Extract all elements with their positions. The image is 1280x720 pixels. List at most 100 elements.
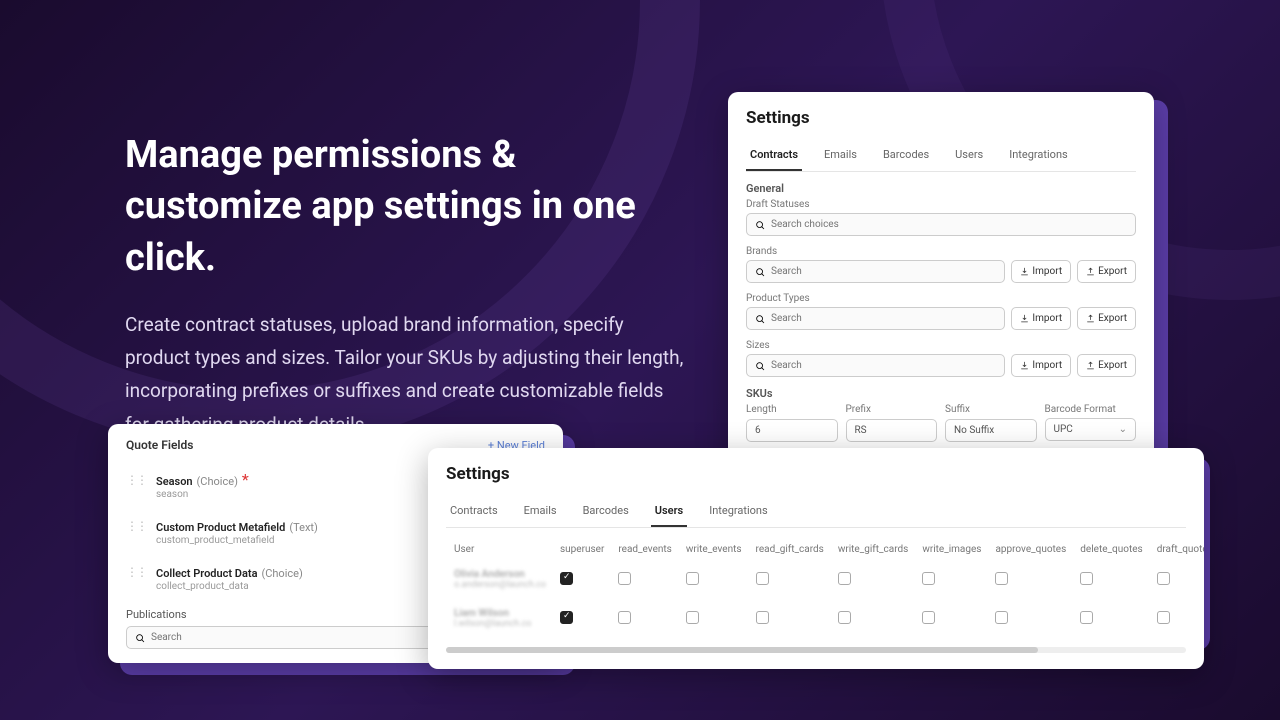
drag-handle-icon[interactable]: ⋮⋮	[126, 562, 146, 578]
product-types-label: Product Types	[746, 293, 1136, 304]
column-header: User	[448, 540, 552, 559]
hero-title: Manage permissions & customize app setti…	[125, 130, 685, 284]
permission-checkbox[interactable]	[995, 572, 1008, 585]
sizes-input[interactable]	[771, 360, 996, 371]
column-header: read_gift_cards	[750, 540, 830, 559]
product-types-export-button[interactable]: Export	[1077, 307, 1136, 330]
chevron-down-icon: ⌄	[1119, 424, 1127, 435]
permission-checkbox[interactable]	[618, 572, 631, 585]
barcode-label: Barcode Format	[1045, 404, 1137, 415]
permission-checkbox[interactable]	[560, 611, 573, 624]
field-name: Season	[156, 475, 193, 488]
permission-checkbox[interactable]	[560, 572, 573, 585]
length-input[interactable]	[746, 419, 838, 442]
permission-checkbox[interactable]	[756, 611, 769, 624]
prefix-input[interactable]	[846, 419, 938, 442]
column-header: superuser	[554, 540, 610, 559]
sizes-search[interactable]	[746, 354, 1005, 377]
tab-integrations[interactable]: Integrations	[705, 498, 771, 527]
tab-emails[interactable]: Emails	[820, 142, 861, 171]
settings-tabs: Contracts Emails Barcodes Users Integrat…	[446, 498, 1186, 528]
draft-statuses-input[interactable]	[771, 219, 1127, 230]
permission-checkbox[interactable]	[756, 572, 769, 585]
tab-emails[interactable]: Emails	[520, 498, 561, 527]
column-header: write_gift_cards	[832, 540, 915, 559]
brands-export-button[interactable]: Export	[1077, 260, 1136, 283]
permission-checkbox[interactable]	[922, 611, 935, 624]
export-icon	[1086, 361, 1095, 370]
length-label: Length	[746, 404, 838, 415]
permission-checkbox[interactable]	[838, 611, 851, 624]
tab-integrations[interactable]: Integrations	[1005, 142, 1071, 171]
permission-checkbox[interactable]	[1157, 611, 1170, 624]
tab-users[interactable]: Users	[951, 142, 987, 171]
quote-fields-title: Quote Fields	[126, 438, 193, 452]
product-types-import-button[interactable]: Import	[1011, 307, 1071, 330]
column-header: read_events	[612, 540, 677, 559]
brands-search[interactable]	[746, 260, 1005, 283]
permission-checkbox[interactable]	[995, 611, 1008, 624]
search-icon	[135, 633, 145, 643]
hero-body: Create contract statuses, upload brand i…	[125, 308, 685, 441]
brands-input[interactable]	[771, 266, 996, 277]
field-type: (Choice)	[197, 475, 238, 488]
column-header: write_images	[916, 540, 987, 559]
import-icon	[1020, 267, 1029, 276]
settings-title: Settings	[446, 464, 1186, 484]
suffix-input[interactable]	[945, 419, 1037, 442]
permission-checkbox[interactable]	[1080, 572, 1093, 585]
permission-checkbox[interactable]	[618, 611, 631, 624]
search-icon	[755, 220, 765, 230]
field-name: Custom Product Metafield	[156, 521, 285, 534]
suffix-label: Suffix	[945, 404, 1037, 415]
search-icon	[755, 361, 765, 371]
drag-handle-icon[interactable]: ⋮⋮	[126, 516, 146, 532]
hero: Manage permissions & customize app setti…	[125, 130, 685, 441]
export-icon	[1086, 314, 1095, 323]
horizontal-scrollbar[interactable]	[446, 647, 1186, 653]
column-header: draft_quotes	[1151, 540, 1204, 559]
product-types-input[interactable]	[771, 313, 996, 324]
settings-tabs: Contracts Emails Barcodes Users Integrat…	[746, 142, 1136, 172]
required-indicator: *	[242, 470, 249, 489]
draft-statuses-search[interactable]	[746, 213, 1136, 236]
table-row: Liam Wilsonl.wilson@launch.co	[448, 600, 1204, 637]
tab-barcodes[interactable]: Barcodes	[579, 498, 633, 527]
field-type: (Text)	[289, 521, 318, 534]
general-label: General	[746, 182, 1136, 195]
table-row: Olivia Andersono.anderson@launch.co	[448, 561, 1204, 598]
import-icon	[1020, 361, 1029, 370]
skus-label: SKUs	[746, 387, 1136, 400]
brands-import-button[interactable]: Import	[1011, 260, 1071, 283]
permission-checkbox[interactable]	[838, 572, 851, 585]
tab-contracts[interactable]: Contracts	[446, 498, 502, 527]
permission-checkbox[interactable]	[686, 611, 699, 624]
tab-contracts[interactable]: Contracts	[746, 142, 802, 171]
settings-panel-users: Settings Contracts Emails Barcodes Users…	[428, 448, 1204, 669]
permission-checkbox[interactable]	[686, 572, 699, 585]
draft-statuses-label: Draft Statuses	[746, 199, 1136, 210]
permission-checkbox[interactable]	[1080, 611, 1093, 624]
field-type: (Choice)	[261, 567, 302, 580]
field-name: Collect Product Data	[156, 567, 257, 580]
tab-barcodes[interactable]: Barcodes	[879, 142, 933, 171]
column-header: approve_quotes	[989, 540, 1072, 559]
prefix-label: Prefix	[846, 404, 938, 415]
permission-checkbox[interactable]	[922, 572, 935, 585]
column-header: write_events	[680, 540, 748, 559]
search-icon	[755, 314, 765, 324]
export-icon	[1086, 267, 1095, 276]
product-types-search[interactable]	[746, 307, 1005, 330]
settings-panel-contracts: Settings Contracts Emails Barcodes Users…	[728, 92, 1154, 470]
users-table: Usersuperuserread_eventswrite_eventsread…	[446, 538, 1204, 639]
user-cell: Liam Wilsonl.wilson@launch.co	[448, 600, 552, 637]
user-cell: Olivia Andersono.anderson@launch.co	[448, 561, 552, 598]
brands-label: Brands	[746, 246, 1136, 257]
column-header: delete_quotes	[1074, 540, 1148, 559]
permission-checkbox[interactable]	[1157, 572, 1170, 585]
tab-users[interactable]: Users	[651, 498, 687, 527]
sizes-export-button[interactable]: Export	[1077, 354, 1136, 377]
sizes-import-button[interactable]: Import	[1011, 354, 1071, 377]
drag-handle-icon[interactable]: ⋮⋮	[126, 470, 146, 486]
barcode-select[interactable]: UPC⌄	[1045, 418, 1137, 441]
